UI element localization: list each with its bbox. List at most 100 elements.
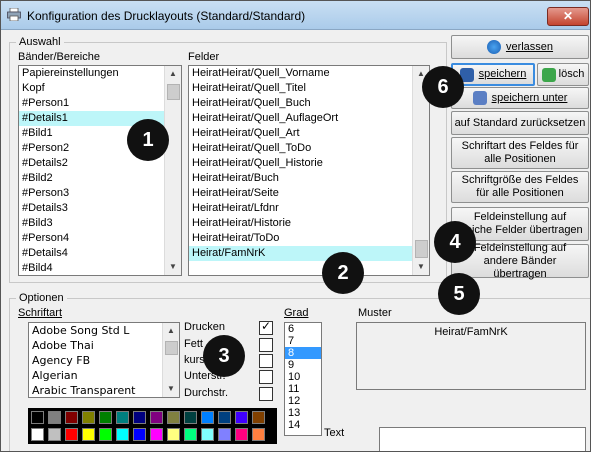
unterstrichen-checkbox[interactable] — [259, 370, 273, 384]
baender-listbox[interactable]: Papiereinstellungen Kopf #Person1 #Details1… — [18, 65, 182, 276]
scroll-thumb[interactable] — [165, 341, 178, 355]
baender-label: Bänder/Bereiche — [18, 51, 100, 63]
felder-list-item[interactable]: HeiratHeirat/Quell_Titel — [189, 81, 429, 96]
grad-list-item[interactable]: 6 — [285, 323, 321, 335]
loesch-button[interactable]: lösch — [537, 63, 589, 86]
text-input[interactable] — [379, 427, 586, 451]
baender-list-item[interactable]: #Person1 — [19, 96, 181, 111]
color-swatch[interactable] — [82, 411, 95, 424]
color-swatch[interactable] — [133, 411, 146, 424]
color-swatch[interactable] — [150, 428, 163, 441]
felder-list-item[interactable]: HeiratHeirat/Seite — [189, 186, 429, 201]
felder-list-item[interactable]: HeiratHeirat/Lfdnr — [189, 201, 429, 216]
color-swatch[interactable] — [82, 428, 95, 441]
scroll-down-icon[interactable]: ▼ — [413, 259, 429, 275]
color-swatch[interactable] — [31, 411, 44, 424]
schriftart-scrollbar[interactable]: ▲ ▼ — [162, 323, 179, 397]
baender-list-item[interactable]: #Bild2 — [19, 171, 181, 186]
drucken-checkbox[interactable]: ✓ — [259, 319, 273, 335]
baender-list-item[interactable]: #Bild3 — [19, 216, 181, 231]
kursiv-checkbox[interactable] — [259, 354, 273, 368]
color-swatch[interactable] — [31, 428, 44, 441]
felder-list-item[interactable]: HeiratHeirat/ToDo — [189, 231, 429, 246]
color-swatch[interactable] — [99, 411, 112, 424]
font-list-item[interactable]: Algerian — [29, 368, 179, 383]
color-swatch[interactable] — [99, 428, 112, 441]
baender-list-item[interactable]: Papiereinstellungen — [19, 66, 181, 81]
grad-list-item[interactable]: 11 — [285, 383, 321, 395]
color-swatch[interactable] — [235, 428, 248, 441]
felder-list-item[interactable]: HeiratHeirat/Quell_AuflageOrt — [189, 111, 429, 126]
grad-list-item[interactable]: 13 — [285, 407, 321, 419]
felder-list-item[interactable]: HeiratHeirat/Buch — [189, 171, 429, 186]
color-swatch[interactable] — [167, 411, 180, 424]
color-swatch[interactable] — [184, 411, 197, 424]
scroll-thumb[interactable] — [167, 84, 180, 100]
schriftgroesse-alle-button[interactable]: Schriftgröße des Feldes für alle Positio… — [451, 171, 589, 203]
felder-list-item[interactable]: HeiratHeirat/Quell_Vorname — [189, 66, 429, 81]
title-bar: Konfiguration des Drucklayouts (Standard… — [1, 1, 590, 30]
speichern-unter-button[interactable]: speichern unter — [451, 87, 589, 109]
grad-listbox[interactable]: 6 7 8 9 10 11 12 13 14 — [284, 322, 322, 436]
color-swatch[interactable] — [65, 428, 78, 441]
grad-list-item[interactable]: 8 — [285, 347, 321, 359]
felder-list-item[interactable]: HeiratHeirat/Quell_Art — [189, 126, 429, 141]
felder-list-item[interactable]: HeiratHeirat/Quell_ToDo — [189, 141, 429, 156]
baender-list-item[interactable]: #Bild4 — [19, 261, 181, 275]
color-swatch[interactable] — [184, 428, 197, 441]
font-list-item[interactable]: Arabic Transparent — [29, 383, 179, 397]
baender-list-item[interactable]: #Person3 — [19, 186, 181, 201]
color-swatch[interactable] — [167, 428, 180, 441]
color-swatch[interactable] — [65, 411, 78, 424]
color-swatch[interactable] — [48, 428, 61, 441]
close-button[interactable]: ✕ — [547, 7, 589, 26]
color-swatch[interactable] — [218, 428, 231, 441]
badge-1: 1 — [127, 119, 169, 161]
durchstr-checkbox[interactable] — [259, 387, 273, 401]
color-swatch[interactable] — [116, 411, 129, 424]
baender-list-item[interactable]: #Details3 — [19, 201, 181, 216]
font-list-item[interactable]: Adobe Thai — [29, 338, 179, 353]
schriftart-listbox[interactable]: Adobe Song Std L Adobe Thai Agency FB Alger… — [28, 322, 180, 398]
felder-list-item[interactable]: HeiratHeirat/Historie — [189, 216, 429, 231]
scroll-up-icon[interactable]: ▲ — [163, 323, 179, 339]
save-as-icon — [472, 91, 487, 105]
auf-standard-button[interactable]: auf Standard zurücksetzen — [451, 111, 589, 135]
color-swatch[interactable] — [48, 411, 61, 424]
grad-list-item[interactable]: 14 — [285, 419, 321, 431]
fett-checkbox[interactable] — [259, 338, 273, 352]
verlassen-button[interactable]: verlassen — [451, 35, 589, 59]
badge-4: 4 — [434, 221, 476, 263]
speichern-label: speichern — [478, 68, 527, 80]
scroll-down-icon[interactable]: ▼ — [163, 381, 179, 397]
grad-list-item[interactable]: 9 — [285, 359, 321, 371]
color-swatch[interactable] — [235, 411, 248, 424]
baender-list-item[interactable]: #Person4 — [19, 231, 181, 246]
color-swatch[interactable] — [252, 428, 265, 441]
felder-list-item[interactable]: HeiratHeirat/Quell_Historie — [189, 156, 429, 171]
muster-preview-box: Heirat/FamNrK — [356, 322, 586, 390]
grad-list-item[interactable]: 12 — [285, 395, 321, 407]
font-list-item[interactable]: Agency FB — [29, 353, 179, 368]
checkmark-icon: ✓ — [261, 319, 272, 333]
scroll-down-icon[interactable]: ▼ — [165, 259, 181, 275]
color-swatch[interactable] — [116, 428, 129, 441]
color-swatch[interactable] — [252, 411, 265, 424]
schriftart-alle-button[interactable]: Schriftart des Feldes für alle Positione… — [451, 137, 589, 169]
font-list-item[interactable]: Adobe Song Std L — [29, 323, 179, 338]
grad-list-item[interactable]: 10 — [285, 371, 321, 383]
color-swatch[interactable] — [218, 411, 231, 424]
color-swatch[interactable] — [201, 428, 214, 441]
felder-list-item[interactable]: Heirat/FamNrK — [189, 246, 429, 261]
baender-list-item[interactable]: #Details4 — [19, 246, 181, 261]
grad-list-item[interactable]: 7 — [285, 335, 321, 347]
baender-list-item[interactable]: Kopf — [19, 81, 181, 96]
felder-list-item[interactable]: HeiratHeirat/Quell_Buch — [189, 96, 429, 111]
felder-listbox[interactable]: HeiratHeirat/Quell_Vorname HeiratHeirat/Q… — [188, 65, 430, 276]
baender-scrollbar[interactable]: ▲ ▼ — [164, 66, 181, 275]
color-swatch[interactable] — [133, 428, 146, 441]
color-swatch[interactable] — [201, 411, 214, 424]
scroll-thumb[interactable] — [415, 240, 428, 258]
color-swatch[interactable] — [150, 411, 163, 424]
scroll-up-icon[interactable]: ▲ — [165, 66, 181, 82]
